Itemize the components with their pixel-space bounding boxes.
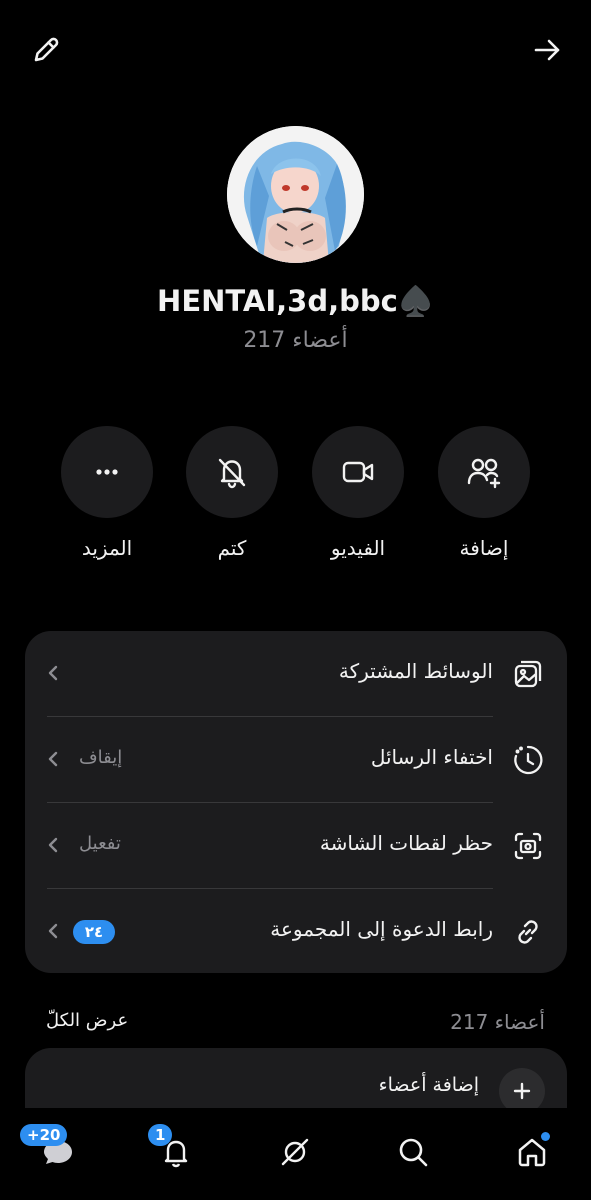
link-icon: [511, 915, 545, 949]
chevron-left-icon: [45, 749, 61, 769]
quick-actions: إضافة الفيديو كتم المزيد: [0, 426, 591, 566]
tab-chats[interactable]: +20: [20, 1122, 88, 1182]
more-action-label: المزيد: [81, 536, 133, 560]
video-icon: [312, 426, 404, 518]
screenshot-icon: [511, 829, 545, 863]
tab-explore[interactable]: [265, 1122, 325, 1182]
video-action-label: الفيديو: [330, 536, 386, 560]
settings-card: الوسائط المشتركة اختفاء الرسائل إيقاف حظ…: [25, 631, 567, 973]
disappearing-messages-title: اختفاء الرسائل: [370, 745, 493, 769]
search-icon: [399, 1138, 428, 1167]
tab-notifications[interactable]: 1: [146, 1122, 206, 1182]
view-all-link[interactable]: عرض الكلّ: [46, 1010, 128, 1031]
chats-badge: +20: [20, 1124, 68, 1146]
more-action-button[interactable]: المزيد: [47, 426, 167, 560]
members-header: 217 أعضاء عرض الكلّ: [46, 1010, 545, 1040]
video-action-button[interactable]: الفيديو: [298, 426, 418, 560]
block-screenshots-title: حظر لقطات الشاشة: [319, 831, 493, 855]
mute-action-button[interactable]: كتم: [172, 426, 292, 560]
invite-link-row[interactable]: رابط الدعوة إلى المجموعة ٢٤: [25, 889, 567, 974]
add-members-label: إضافة أعضاء: [378, 1074, 479, 1096]
group-avatar[interactable]: [227, 126, 364, 263]
shared-media-row[interactable]: الوسائط المشتركة: [25, 631, 567, 716]
orbit-icon: [281, 1138, 309, 1166]
disappearing-messages-row[interactable]: اختفاء الرسائل إيقاف: [25, 717, 567, 802]
bottom-tab-bar: +20 1: [0, 1108, 591, 1200]
forward-arrow-icon[interactable]: [529, 32, 565, 68]
mute-action-label: كتم: [217, 536, 247, 560]
chevron-left-icon: [45, 921, 61, 941]
more-icon: [61, 426, 153, 518]
shared-media-title: الوسائط المشتركة: [338, 659, 493, 683]
invite-link-title: رابط الدعوة إلى المجموعة: [270, 917, 493, 941]
mute-bell-icon: [186, 426, 278, 518]
block-screenshots-value: تفعيل: [79, 833, 121, 854]
notifications-badge: 1: [148, 1124, 173, 1146]
tab-home[interactable]: [502, 1122, 562, 1182]
media-gallery-icon: [511, 657, 545, 691]
block-screenshots-row[interactable]: حظر لقطات الشاشة تفعيل: [25, 803, 567, 888]
timer-icon: [511, 743, 545, 777]
add-action-label: إضافة: [459, 536, 509, 560]
edit-icon[interactable]: [28, 32, 64, 68]
group-name: HENTAI,3d,bbc♠️: [157, 284, 434, 318]
add-people-icon: [438, 426, 530, 518]
chevron-left-icon: [45, 663, 61, 683]
home-indicator-dot: [541, 1132, 550, 1141]
invite-link-badge: ٢٤: [73, 920, 115, 944]
group-member-count: 217 أعضاء: [243, 328, 348, 353]
add-action-button[interactable]: إضافة: [424, 426, 544, 560]
disappearing-messages-value: إيقاف: [79, 747, 123, 768]
members-count: 217 أعضاء: [450, 1010, 545, 1034]
tab-search[interactable]: [383, 1122, 443, 1182]
top-bar: [26, 28, 565, 72]
chevron-left-icon: [45, 835, 61, 855]
